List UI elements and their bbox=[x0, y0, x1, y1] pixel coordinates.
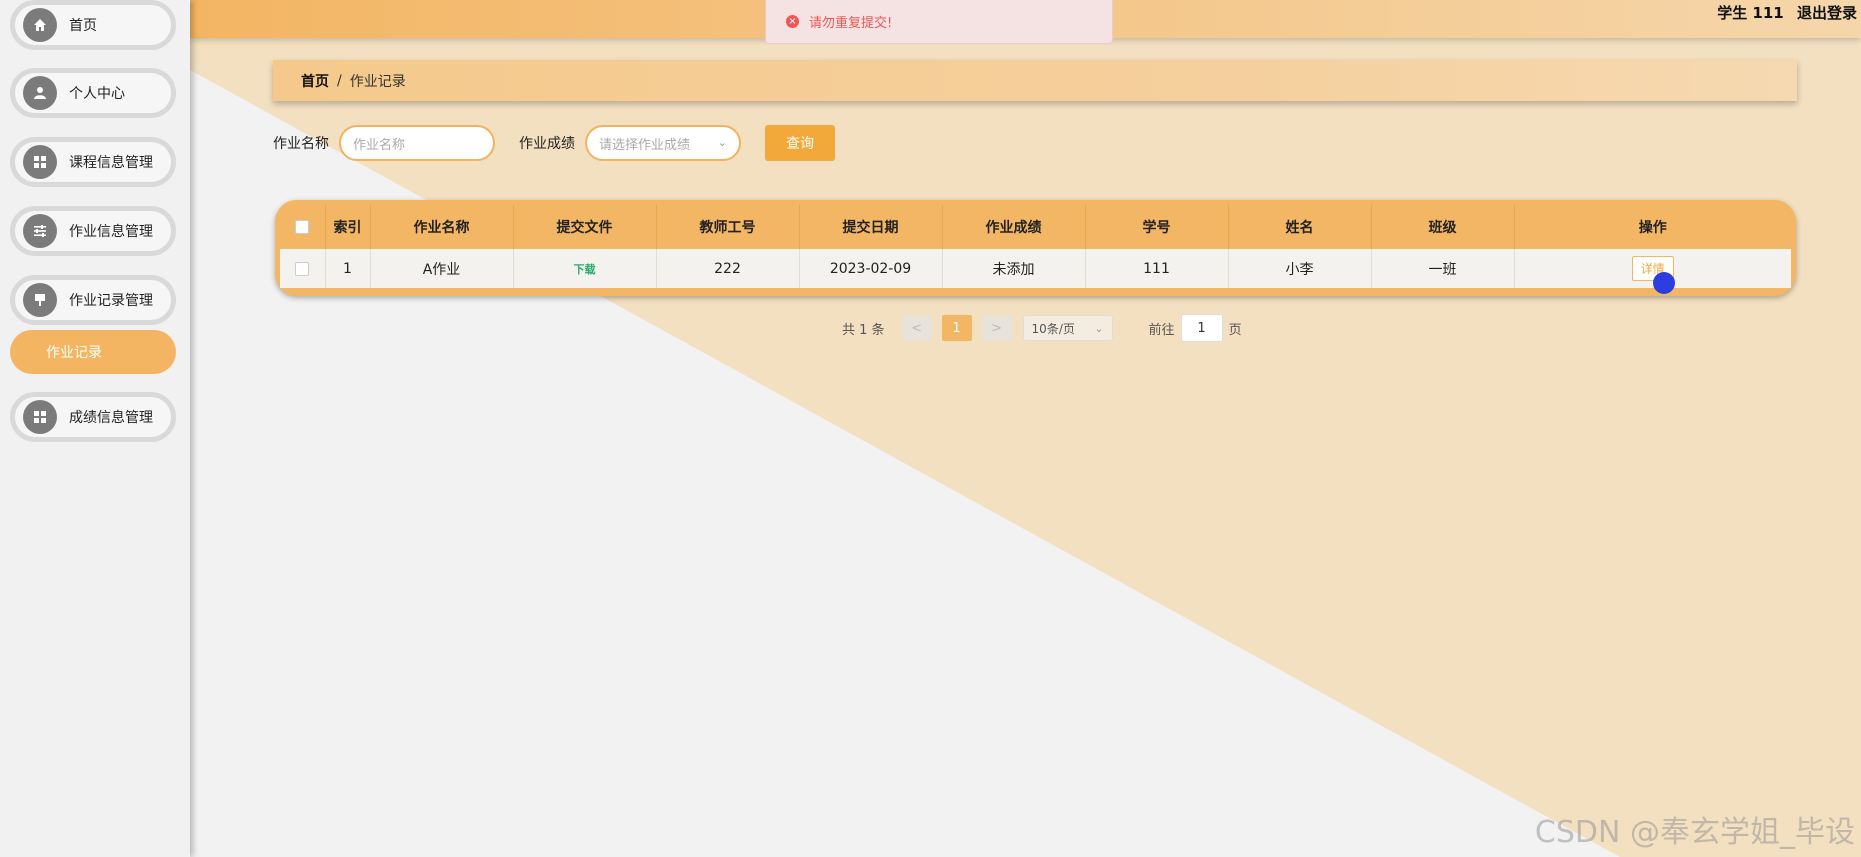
sidebar-item-scores[interactable]: 成绩信息管理 bbox=[10, 392, 176, 442]
sidebar-item-records[interactable]: 作业记录管理 bbox=[10, 275, 176, 325]
chevron-down-icon: ⌄ bbox=[1094, 321, 1104, 335]
column-header: 作业名称 bbox=[370, 205, 514, 249]
cell-score: 未添加 bbox=[942, 249, 1086, 288]
toast-message: 请勿重复提交! bbox=[809, 16, 893, 31]
homework-name-input[interactable]: 作业名称 bbox=[339, 125, 495, 161]
sidebar-subitem-records[interactable]: 作业记录 bbox=[10, 330, 176, 374]
user-name: 学生 111 bbox=[1717, 4, 1784, 22]
records-table: 索引 作业名称 提交文件 教师工号 提交日期 作业成绩 学号 姓名 班级 操作 … bbox=[275, 200, 1796, 296]
cell-index: 1 bbox=[325, 249, 371, 288]
page-size-value: 10条/页 bbox=[1031, 321, 1075, 336]
column-header: 操作 bbox=[1638, 220, 1667, 236]
error-icon: × bbox=[786, 15, 799, 28]
sidebar: 首页 个人中心 课程信息管理 作业信息管理 作业记录管理 作业记录 成绩信息管理 bbox=[0, 0, 190, 857]
cell-file: 下载 bbox=[513, 249, 657, 288]
cell-homework-name: A作业 bbox=[370, 249, 514, 288]
pin-icon bbox=[23, 283, 57, 317]
breadcrumb-current: 作业记录 bbox=[349, 73, 406, 90]
sidebar-item-course[interactable]: 课程信息管理 bbox=[10, 137, 176, 187]
home-icon bbox=[23, 8, 57, 42]
column-header: 姓名 bbox=[1228, 205, 1372, 249]
homework-score-placeholder: 请选择作业成绩 bbox=[599, 137, 691, 153]
goto-unit: 页 bbox=[1228, 322, 1242, 338]
homework-score-select[interactable]: 请选择作业成绩 ⌄ bbox=[585, 125, 741, 161]
next-page-button[interactable]: > bbox=[981, 315, 1012, 341]
page-number-button[interactable]: 1 bbox=[941, 315, 972, 341]
sidebar-item-label: 作业信息管理 bbox=[69, 224, 153, 240]
cell-student-no: 111 bbox=[1085, 249, 1229, 288]
breadcrumb-separator: / bbox=[337, 72, 342, 89]
sidebar-item-homework[interactable]: 作业信息管理 bbox=[10, 206, 176, 256]
sidebar-item-profile[interactable]: 个人中心 bbox=[10, 68, 176, 118]
download-link[interactable]: 下载 bbox=[574, 263, 596, 276]
sidebar-item-home[interactable]: 首页 bbox=[10, 0, 176, 50]
error-toast: × 请勿重复提交! bbox=[765, 0, 1113, 44]
data-table: 索引 作业名称 提交文件 教师工号 提交日期 作业成绩 学号 姓名 班级 操作 … bbox=[280, 205, 1791, 288]
cell-teacher-no: 222 bbox=[656, 249, 800, 288]
cell-student-name: 小李 bbox=[1228, 249, 1372, 288]
sidebar-subitem-label: 作业记录 bbox=[46, 345, 102, 361]
sliders-icon bbox=[23, 214, 57, 248]
column-header: 班级 bbox=[1371, 205, 1515, 249]
column-header: 提交文件 bbox=[513, 205, 657, 249]
search-bar: 作业名称 作业名称 作业成绩 请选择作业成绩 ⌄ 查询 bbox=[273, 125, 835, 161]
sidebar-item-label: 作业记录管理 bbox=[69, 293, 153, 309]
logout-button[interactable]: 退出登录 bbox=[1797, 4, 1857, 22]
cell-class: 一班 bbox=[1371, 249, 1515, 288]
user-icon bbox=[23, 76, 57, 110]
column-header: 学号 bbox=[1085, 205, 1229, 249]
breadcrumb: 首页 / 作业记录 bbox=[273, 60, 1797, 101]
select-all-header[interactable] bbox=[280, 205, 326, 249]
watermark: CSDN @奉玄学姐_毕设 bbox=[1534, 815, 1855, 850]
breadcrumb-home[interactable]: 首页 bbox=[301, 71, 329, 91]
homework-name-label: 作业名称 bbox=[273, 136, 329, 152]
sidebar-item-label: 课程信息管理 bbox=[69, 155, 153, 171]
row-checkbox-cell[interactable] bbox=[280, 249, 326, 288]
sidebar-item-label: 首页 bbox=[69, 18, 97, 34]
column-header: 索引 bbox=[325, 205, 371, 249]
query-button[interactable]: 查询 bbox=[765, 125, 835, 161]
pagination: 共 1 条 < 1 > 10条/页 ⌄ 前往 1 页 bbox=[842, 314, 1242, 342]
column-header: 教师工号 bbox=[656, 205, 800, 249]
chevron-down-icon: ⌄ bbox=[717, 136, 727, 149]
mouse-cursor-indicator bbox=[1653, 272, 1675, 294]
column-header: 作业成绩 bbox=[942, 205, 1086, 249]
grid-icon bbox=[23, 400, 57, 434]
grid-icon bbox=[23, 145, 57, 179]
column-header: 提交日期 bbox=[799, 205, 943, 249]
page-size-select[interactable]: 10条/页 ⌄ bbox=[1022, 315, 1113, 341]
pagination-total: 共 1 条 bbox=[842, 322, 885, 338]
homework-name-placeholder: 作业名称 bbox=[353, 137, 406, 153]
user-area: 学生 111 退出登录 bbox=[1709, 2, 1857, 23]
table-header-row: 索引 作业名称 提交文件 教师工号 提交日期 作业成绩 学号 姓名 班级 操作 bbox=[280, 205, 1791, 249]
prev-page-button[interactable]: < bbox=[901, 315, 932, 341]
row-checkbox[interactable] bbox=[295, 261, 310, 276]
select-all-checkbox[interactable] bbox=[295, 220, 310, 234]
sidebar-item-label: 个人中心 bbox=[69, 86, 125, 102]
table-row: 1 A作业 下载 222 2023-02-09 未添加 111 小李 一班 详情 bbox=[280, 249, 1791, 288]
cell-date: 2023-02-09 bbox=[799, 249, 943, 288]
sidebar-item-label: 成绩信息管理 bbox=[69, 410, 153, 426]
goto-page-input[interactable]: 1 bbox=[1180, 314, 1223, 342]
homework-score-label: 作业成绩 bbox=[519, 136, 575, 152]
goto-label: 前往 bbox=[1148, 322, 1175, 338]
